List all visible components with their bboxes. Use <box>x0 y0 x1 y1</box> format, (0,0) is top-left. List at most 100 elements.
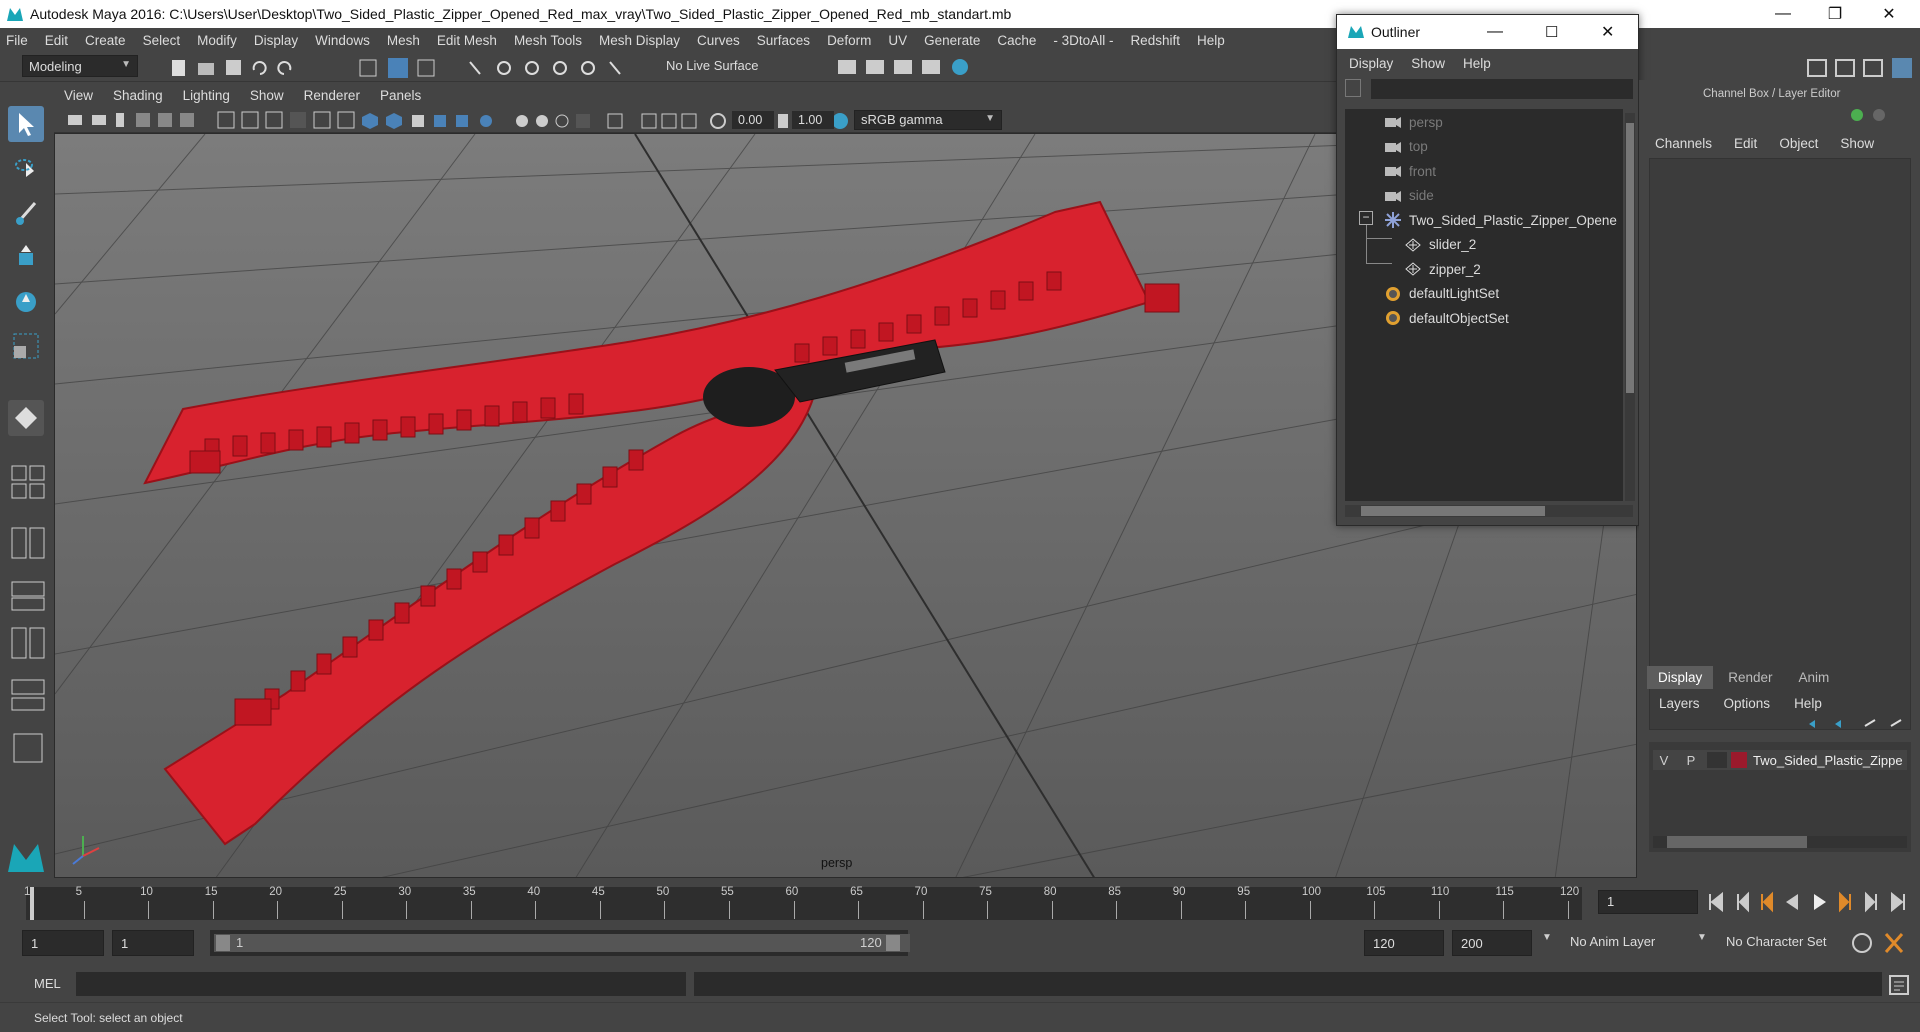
layer-visibility-toggle[interactable]: V <box>1653 753 1675 768</box>
help-text: Select Tool: select an object <box>34 1011 183 1025</box>
exposure-field[interactable]: 0.00 <box>732 111 774 129</box>
tree-collapse-button[interactable]: − <box>1359 211 1373 225</box>
range-bar[interactable]: 1 120 <box>210 930 910 956</box>
gamma-field[interactable]: 1.00 <box>792 111 834 129</box>
scale-tool-button[interactable] <box>8 328 44 364</box>
command-input[interactable] <box>76 972 686 996</box>
outliner-item[interactable]: zipper_2 <box>1405 258 1481 280</box>
timeline-tick <box>1245 901 1247 919</box>
playback-end-field[interactable]: 120 <box>1364 930 1444 956</box>
outliner-item[interactable]: slider_2 <box>1405 234 1476 256</box>
paint-select-button[interactable] <box>8 196 44 232</box>
outliner-item[interactable]: side <box>1385 185 1434 207</box>
outliner-item[interactable]: front <box>1385 160 1436 182</box>
mel-label[interactable]: MEL <box>34 976 61 991</box>
menu-edit-mesh[interactable]: Edit Mesh <box>437 33 497 48</box>
anim-layer-arrow-icon[interactable]: ▼ <box>1542 932 1552 943</box>
end-time-field[interactable]: 200 <box>1452 930 1532 956</box>
live-surface-field[interactable]: No Live Surface <box>660 55 778 77</box>
close-button[interactable]: ✕ <box>1866 0 1912 28</box>
ipr-render-icon <box>894 60 912 74</box>
channel-menu-show[interactable]: Show <box>1840 136 1874 151</box>
colorspace-dropdown[interactable]: sRGB gamma ▼ <box>854 110 1002 130</box>
layer-menu-layers[interactable]: Layers <box>1659 696 1700 711</box>
layer-menu-help[interactable]: Help <box>1794 696 1822 711</box>
panel-menu-view[interactable]: View <box>64 88 93 103</box>
menu-display[interactable]: Display <box>254 33 298 48</box>
restore-button[interactable]: ❐ <box>1812 0 1858 28</box>
menu-deform[interactable]: Deform <box>827 33 871 48</box>
current-time-indicator[interactable] <box>30 887 34 920</box>
script-editor-icon[interactable] <box>1888 974 1910 996</box>
character-set-dropdown[interactable]: No Character Set <box>1726 934 1826 949</box>
outliner-hscroll[interactable] <box>1345 505 1633 517</box>
menu-file[interactable]: File <box>6 33 28 48</box>
minimize-button[interactable]: — <box>1760 0 1806 28</box>
menu-modify[interactable]: Modify <box>197 33 237 48</box>
channel-menu-object[interactable]: Object <box>1779 136 1818 151</box>
outliner-menu-help[interactable]: Help <box>1463 56 1491 71</box>
menu-mesh[interactable]: Mesh <box>387 33 420 48</box>
layer-tab-render[interactable]: Render <box>1717 666 1783 689</box>
layer-tab-anim[interactable]: Anim <box>1788 666 1841 689</box>
menu-cache[interactable]: Cache <box>997 33 1036 48</box>
layer-playback-toggle[interactable]: P <box>1679 753 1703 768</box>
last-tool-button[interactable] <box>8 400 44 436</box>
outliner-menu-show[interactable]: Show <box>1411 56 1445 71</box>
playback-start-field[interactable]: 1 <box>112 930 194 956</box>
layer-row[interactable]: V P Two_Sided_Plastic_Zippe <box>1653 750 1907 770</box>
channel-menu-channels[interactable]: Channels <box>1655 136 1712 151</box>
menu-create[interactable]: Create <box>85 33 126 48</box>
layer-hscroll[interactable] <box>1653 836 1907 848</box>
outliner-item[interactable]: defaultLightSet <box>1385 283 1499 305</box>
outliner-vscroll[interactable] <box>1625 113 1635 501</box>
char-set-arrow-icon[interactable]: ▼ <box>1697 932 1707 943</box>
menu-windows[interactable]: Windows <box>315 33 370 48</box>
menu-generate[interactable]: Generate <box>924 33 980 48</box>
select-tool-button[interactable] <box>8 106 44 142</box>
menu-surfaces[interactable]: Surfaces <box>757 33 810 48</box>
panel-menu-renderer[interactable]: Renderer <box>304 88 360 103</box>
menu-mesh-display[interactable]: Mesh Display <box>599 33 680 48</box>
lasso-tool-button[interactable] <box>8 152 44 188</box>
hypershade-icon <box>952 59 968 75</box>
channel-menu-edit[interactable]: Edit <box>1734 136 1757 151</box>
outliner-filter-icon[interactable] <box>1345 79 1361 97</box>
outliner-item[interactable]: persp <box>1385 111 1443 133</box>
menu-3dtoall[interactable]: - 3DtoAll - <box>1053 33 1113 48</box>
outliner-item[interactable]: top <box>1385 136 1428 158</box>
mode-dropdown[interactable]: Modeling ▼ <box>22 55 138 77</box>
move-tool-button[interactable] <box>8 240 44 276</box>
rotate-tool-button[interactable] <box>8 284 44 320</box>
outliner-item[interactable]: defaultObjectSet <box>1385 307 1509 329</box>
menu-edit[interactable]: Edit <box>45 33 68 48</box>
current-frame-field[interactable]: 1 <box>1598 890 1698 914</box>
outliner-minimize-button[interactable]: — <box>1487 23 1503 41</box>
menu-mesh-tools[interactable]: Mesh Tools <box>514 33 582 48</box>
panel-menu-lighting[interactable]: Lighting <box>183 88 230 103</box>
menu-redshift[interactable]: Redshift <box>1130 33 1180 48</box>
outliner-maximize-button[interactable]: ☐ <box>1545 23 1558 41</box>
panel-menu-shading[interactable]: Shading <box>113 88 163 103</box>
menu-select[interactable]: Select <box>143 33 181 48</box>
layer-type-toggle[interactable] <box>1707 752 1727 768</box>
range-start-handle[interactable] <box>216 935 230 951</box>
anim-layer-dropdown[interactable]: No Anim Layer <box>1570 934 1655 949</box>
layer-menu-options[interactable]: Options <box>1724 696 1771 711</box>
outliner-search-input[interactable] <box>1371 79 1633 99</box>
panel-menu-panels[interactable]: Panels <box>380 88 421 103</box>
outliner-menu-display[interactable]: Display <box>1349 56 1393 71</box>
menu-help[interactable]: Help <box>1197 33 1225 48</box>
menu-curves[interactable]: Curves <box>697 33 740 48</box>
outliner-item[interactable]: Two_Sided_Plastic_Zipper_Opene <box>1385 209 1617 231</box>
start-time-field[interactable]: 1 <box>22 930 104 956</box>
timeline-tick <box>535 901 537 919</box>
range-end-handle[interactable] <box>886 935 900 951</box>
menu-uv[interactable]: UV <box>888 33 907 48</box>
layer-color-swatch[interactable] <box>1731 752 1747 768</box>
panel-menu-show[interactable]: Show <box>250 88 284 103</box>
time-slider-track[interactable]: 1 5 10 15 20 25 30 35 40 45 50 55 60 65 70 75 80 85 90 95 10… <box>24 886 1582 920</box>
layer-tab-display[interactable]: Display <box>1647 666 1714 689</box>
outliner-close-button[interactable]: ✕ <box>1601 22 1614 42</box>
maya-home-icon[interactable] <box>6 838 46 874</box>
